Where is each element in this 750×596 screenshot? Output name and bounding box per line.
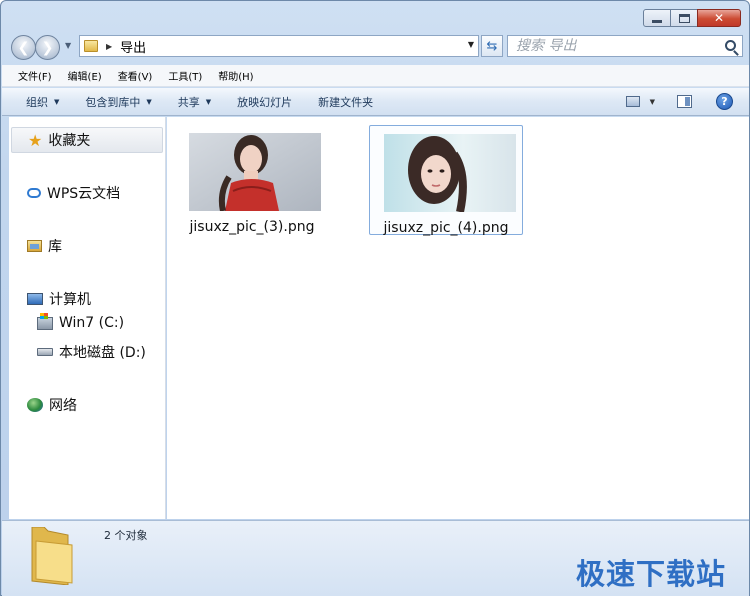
close-icon: ✕ (713, 11, 725, 25)
forward-button[interactable]: ❯ (35, 35, 60, 60)
slideshow-button[interactable]: 放映幻灯片 (237, 94, 292, 110)
sidebar-item-network[interactable]: 网络 (27, 395, 77, 415)
drive-d-icon (37, 348, 53, 356)
preview-pane-icon[interactable] (677, 95, 692, 108)
sidebar-item-label: 计算机 (49, 292, 91, 308)
chevron-down-icon: ▼ (54, 97, 60, 106)
chevron-down-icon: ▼ (205, 97, 212, 106)
back-arrow-icon: ❮ (17, 39, 30, 56)
sidebar-item-favorites[interactable]: ★ 收藏夹 (11, 127, 163, 153)
folder-icon (84, 40, 98, 52)
maximize-button[interactable] (670, 9, 698, 27)
watermark-logo: 极速下载站 (576, 557, 727, 591)
menu-view[interactable]: 查看(V) (118, 68, 153, 83)
window-caption-buttons: ✕ (643, 9, 741, 27)
image-thumbnail (189, 133, 321, 211)
recent-pages-dropdown[interactable]: ▼ (65, 41, 71, 50)
address-dropdown-icon[interactable]: ▼ (468, 40, 474, 49)
computer-icon (27, 293, 43, 305)
library-icon (27, 240, 42, 252)
drive-c-icon (37, 312, 53, 330)
file-name: jisuxz_pic_(3).png (189, 219, 315, 235)
view-controls: ▼ ? (625, 93, 733, 110)
navigation-row: ❮ ❯ ▼ ▶ 导出 ▼ ⇆ (9, 33, 743, 61)
star-icon: ★ (28, 130, 43, 150)
sidebar-item-drive-d[interactable]: 本地磁盘 (D:) (37, 342, 146, 362)
file-item[interactable]: jisuxz_pic_(3).png (175, 125, 329, 235)
sidebar-item-label: 网络 (49, 398, 77, 414)
address-bar[interactable]: ▶ 导出 ▼ (79, 35, 479, 57)
menu-file[interactable]: 文件(F) (18, 68, 52, 83)
details-pane: 2 个对象 极速下载站 (2, 520, 749, 596)
sidebar-item-label: 收藏夹 (48, 133, 91, 149)
breadcrumb-separator-icon[interactable]: ▶ (106, 42, 112, 51)
minimize-icon (652, 19, 662, 23)
refresh-icon: ⇆ (486, 38, 498, 54)
new-folder-button[interactable]: 新建文件夹 (318, 94, 373, 110)
help-icon[interactable]: ? (716, 93, 733, 110)
file-name: jisuxz_pic_(4).png (383, 220, 509, 236)
menu-edit[interactable]: 编辑(E) (68, 68, 102, 83)
chevron-down-icon[interactable]: ▼ (650, 98, 655, 106)
back-button[interactable]: ❮ (11, 35, 36, 60)
search-box[interactable] (507, 35, 743, 57)
file-item-selected[interactable]: jisuxz_pic_(4).png (369, 125, 523, 236)
file-list: jisuxz_pic_(3).png jisuxz_pic_(4).png (167, 117, 749, 519)
sidebar-item-label: 库 (48, 239, 62, 255)
include-in-library-label: 包含到库中 (85, 95, 141, 109)
command-bar: 组织 ▼ 包含到库中 ▼ 共享 ▼ 放映幻灯片 新建文件夹 ▼ ? (2, 88, 749, 116)
organize-button[interactable]: 组织 ▼ (26, 94, 59, 110)
organize-label: 组织 (26, 95, 48, 109)
explorer-window: ✕ ❮ ❯ ▼ ▶ 导出 ▼ ⇆ 文件(F) 编辑(E) 查看(V) 工具(T)… (0, 0, 750, 596)
sidebar-item-computer[interactable]: 计算机 (27, 289, 91, 309)
navigation-pane: ★ 收藏夹 WPS云文档 库 计算机 Win7 (C:) 本地磁盘 (D:) 网… (9, 117, 166, 519)
share-label: 共享 (177, 95, 200, 109)
folder-icon (31, 527, 73, 585)
sidebar-item-label: WPS云文档 (47, 186, 121, 202)
share-button[interactable]: 共享 ▼ (178, 94, 211, 110)
sidebar-item-drive-c[interactable]: Win7 (C:) (37, 312, 125, 331)
change-view-icon[interactable] (625, 96, 640, 107)
include-in-library-button[interactable]: 包含到库中 ▼ (85, 94, 151, 110)
menu-bar: 文件(F) 编辑(E) 查看(V) 工具(T) 帮助(H) (2, 65, 749, 87)
sidebar-item-wps-cloud[interactable]: WPS云文档 (27, 183, 120, 203)
maximize-icon (678, 13, 690, 23)
sidebar-item-libraries[interactable]: 库 (27, 236, 62, 256)
image-thumbnail (384, 134, 516, 212)
sidebar-item-label: Win7 (C:) (59, 315, 125, 331)
network-icon (27, 398, 43, 412)
search-input[interactable] (516, 38, 716, 54)
menu-tools[interactable]: 工具(T) (168, 68, 202, 83)
breadcrumb-current[interactable]: 导出 (120, 37, 146, 56)
menu-help[interactable]: 帮助(H) (218, 68, 253, 83)
chevron-down-icon: ▼ (146, 97, 152, 106)
cloud-icon (27, 188, 41, 198)
search-icon[interactable] (725, 40, 736, 51)
item-count: 2 个对象 (104, 529, 148, 542)
close-button[interactable]: ✕ (697, 9, 741, 27)
minimize-button[interactable] (643, 9, 671, 27)
refresh-button[interactable]: ⇆ (481, 35, 503, 57)
forward-arrow-icon: ❯ (41, 39, 54, 56)
sidebar-item-label: 本地磁盘 (D:) (59, 345, 146, 361)
